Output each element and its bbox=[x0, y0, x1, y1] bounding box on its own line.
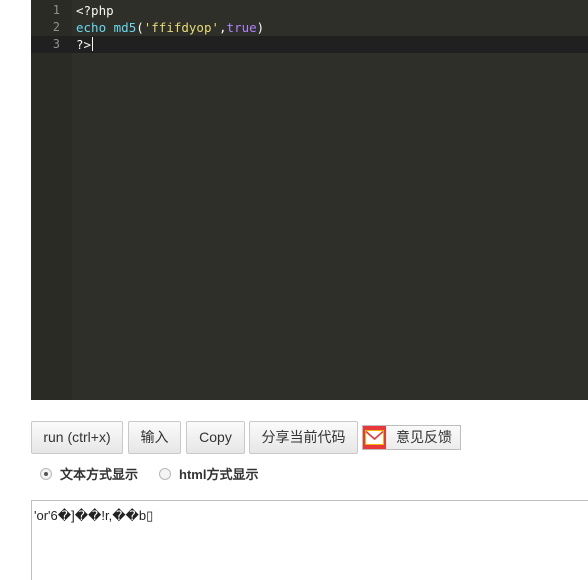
run-button[interactable]: run (ctrl+x) bbox=[31, 421, 123, 454]
code-token: ) bbox=[256, 20, 265, 35]
line-number: 2 bbox=[52, 20, 60, 34]
code-token: ( bbox=[136, 20, 144, 35]
feedback-button[interactable]: 意见反馈 bbox=[362, 425, 461, 450]
text-mode-label: 文本方式显示 bbox=[60, 467, 139, 482]
mail-icon bbox=[363, 426, 386, 449]
code-text: echo md5('ffifdyop',true) bbox=[76, 19, 264, 36]
code-token: md5 bbox=[113, 20, 137, 35]
input-button[interactable]: 输入 bbox=[128, 421, 181, 454]
code-token: true bbox=[226, 20, 257, 35]
code-token: ?> bbox=[76, 37, 92, 52]
code-editor[interactable]: 1 <?php 2 echo md5('ffifdyop',true) 3 ?> bbox=[31, 0, 588, 400]
feedback-label: 意见反馈 bbox=[396, 429, 452, 445]
text-cursor bbox=[92, 37, 94, 51]
code-token: echo bbox=[76, 20, 114, 35]
share-code-button[interactable]: 分享当前代码 bbox=[249, 421, 358, 454]
output-text: 'or'6�]��!r,��b▯ bbox=[34, 508, 154, 523]
radio-button-unchecked[interactable] bbox=[159, 468, 171, 480]
code-line[interactable]: 2 echo md5('ffifdyop',true) bbox=[31, 19, 588, 36]
line-number: 3 bbox=[52, 37, 60, 51]
code-token: 'ffifdyop' bbox=[143, 20, 220, 35]
line-number: 1 bbox=[52, 3, 60, 17]
copy-button[interactable]: Copy bbox=[186, 421, 245, 454]
code-line[interactable]: 1 <?php bbox=[31, 2, 588, 19]
code-line[interactable]: 3 ?> bbox=[31, 36, 588, 53]
code-token: <?php bbox=[76, 3, 114, 18]
output-panel[interactable]: 'or'6�]��!r,��b▯ bbox=[31, 500, 588, 580]
radio-button-checked[interactable] bbox=[40, 468, 52, 480]
code-text: ?> bbox=[76, 36, 94, 53]
code-token: , bbox=[219, 20, 227, 35]
code-lines[interactable]: 1 <?php 2 echo md5('ffifdyop',true) 3 ?> bbox=[31, 2, 588, 53]
code-text: <?php bbox=[76, 2, 114, 19]
line-number-gutter bbox=[31, 0, 72, 400]
html-mode-label: html方式显示 bbox=[179, 467, 259, 482]
